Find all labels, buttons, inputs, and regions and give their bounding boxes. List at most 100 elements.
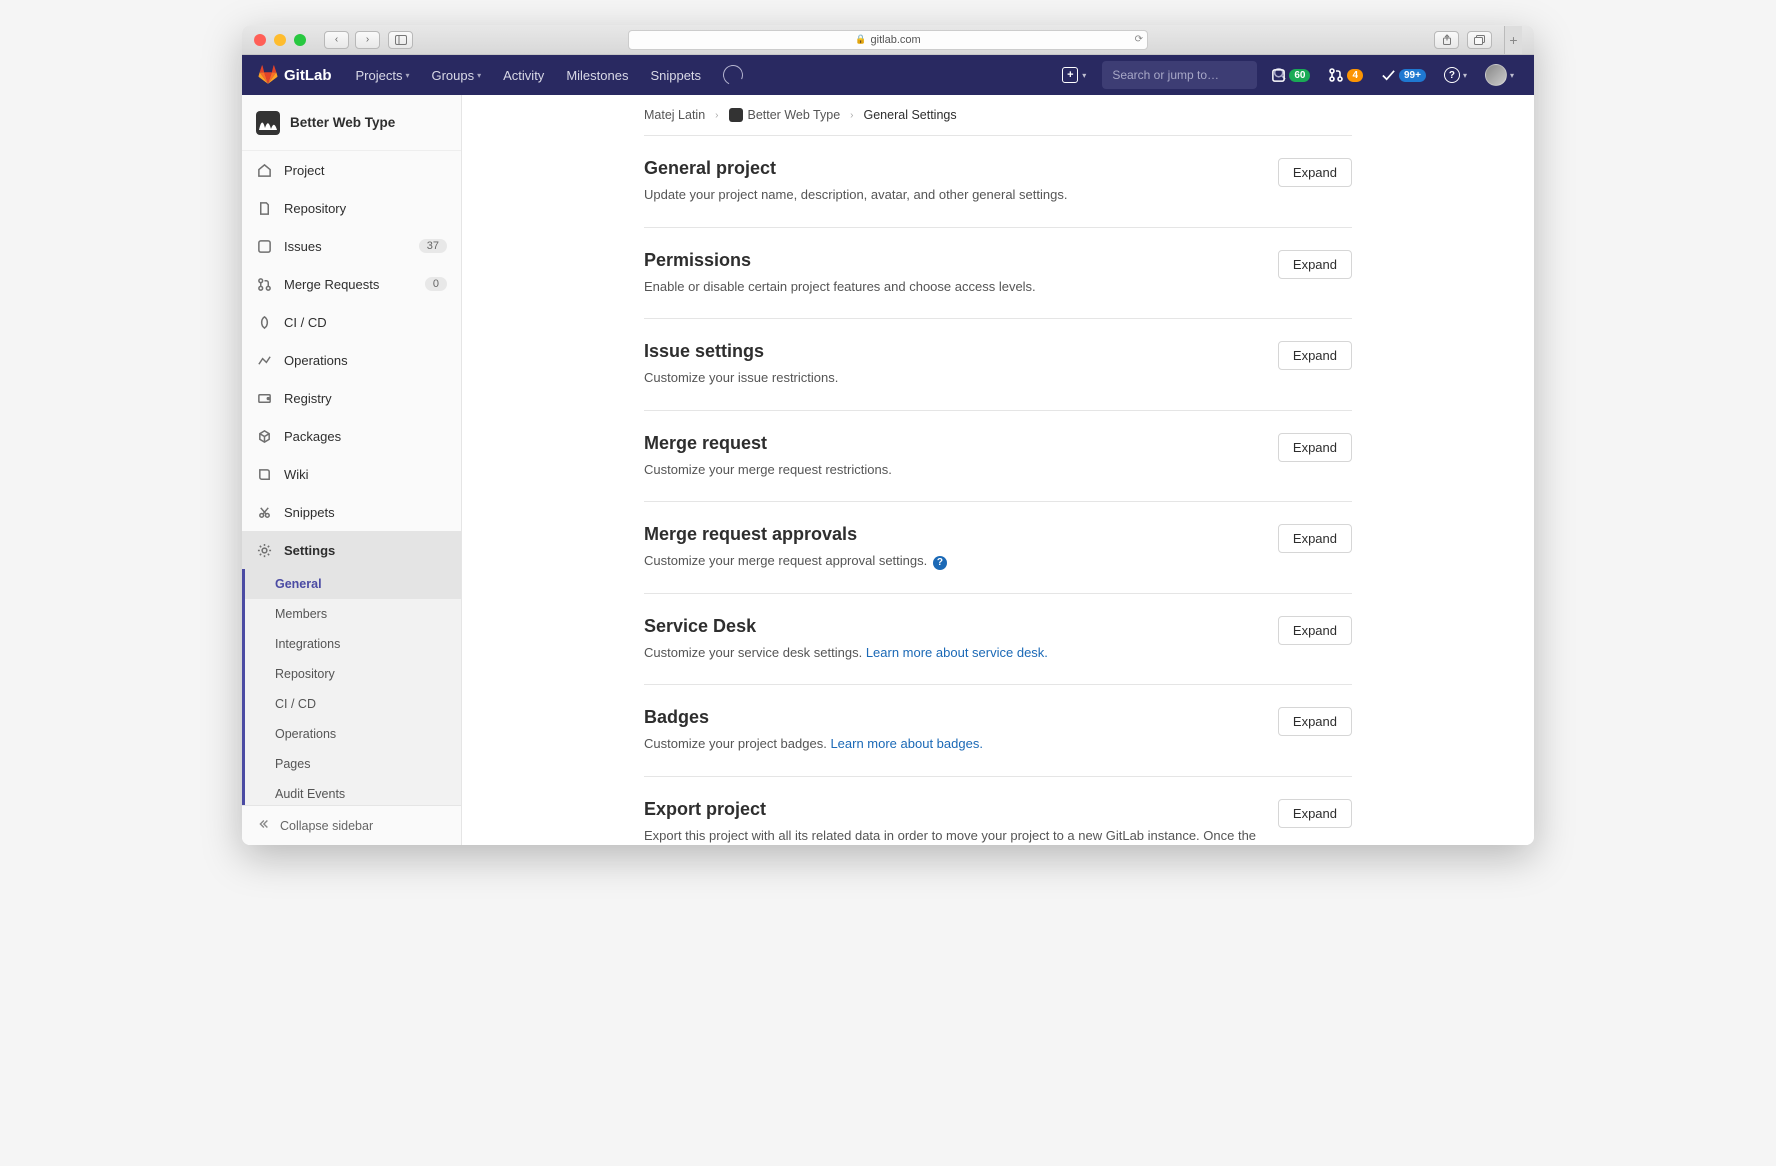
help-icon[interactable]: ? bbox=[933, 556, 947, 570]
gitlab-logo[interactable]: GitLab bbox=[258, 65, 332, 85]
expand-issue-settings-button[interactable]: Expand bbox=[1278, 341, 1352, 370]
minimize-window-button[interactable] bbox=[274, 34, 286, 46]
issues-icon bbox=[1271, 68, 1286, 83]
back-button[interactable]: ‹ bbox=[324, 31, 349, 49]
expand-mr-approvals-button[interactable]: Expand bbox=[1278, 524, 1352, 553]
expand-badges-button[interactable]: Expand bbox=[1278, 707, 1352, 736]
chevron-down-icon: ▾ bbox=[477, 71, 481, 80]
sidebar-item-wiki[interactable]: Wiki bbox=[242, 455, 461, 493]
merge-request-icon bbox=[256, 276, 272, 292]
settings-sub-operations[interactable]: Operations bbox=[245, 719, 461, 749]
help-dropdown[interactable]: ?▾ bbox=[1440, 67, 1471, 83]
expand-general-button[interactable]: Expand bbox=[1278, 158, 1352, 187]
sidebar-item-project[interactable]: Project bbox=[242, 151, 461, 189]
project-avatar-small bbox=[729, 108, 743, 122]
close-window-button[interactable] bbox=[254, 34, 266, 46]
search-input[interactable] bbox=[1112, 68, 1267, 82]
sidebar-toggle-button[interactable] bbox=[388, 31, 413, 49]
header-issues-link[interactable]: 60 bbox=[1267, 68, 1314, 83]
browser-window: ‹ › 🔒 gitlab.com ⟳ + GitLab bbox=[242, 25, 1534, 845]
sidebar-item-issues[interactable]: Issues37 bbox=[242, 227, 461, 265]
rocket-icon bbox=[256, 314, 272, 330]
share-button[interactable] bbox=[1434, 31, 1459, 49]
gear-icon bbox=[256, 542, 272, 558]
section-desc: Enable or disable certain project featur… bbox=[644, 277, 1036, 297]
sidebar-item-merge-requests[interactable]: Merge Requests0 bbox=[242, 265, 461, 303]
section-title: Permissions bbox=[644, 250, 1036, 271]
settings-sub-audit-events[interactable]: Audit Events bbox=[245, 779, 461, 805]
expand-service-desk-button[interactable]: Expand bbox=[1278, 616, 1352, 645]
url-host: gitlab.com bbox=[871, 34, 921, 46]
sidebar-item-cicd[interactable]: CI / CD bbox=[242, 303, 461, 341]
issues-count: 37 bbox=[419, 239, 447, 253]
tanuki-icon bbox=[258, 65, 278, 85]
collapse-icon bbox=[256, 817, 270, 834]
titlebar: ‹ › 🔒 gitlab.com ⟳ + bbox=[242, 25, 1534, 55]
section-desc: Customize your merge request approval se… bbox=[644, 551, 947, 571]
service-desk-learn-more-link[interactable]: Learn more about service desk. bbox=[866, 645, 1048, 660]
address-bar[interactable]: 🔒 gitlab.com ⟳ bbox=[628, 30, 1148, 50]
sidebar-item-snippets[interactable]: Snippets bbox=[242, 493, 461, 531]
section-title: Merge request bbox=[644, 433, 892, 454]
sidebar-item-registry[interactable]: Registry bbox=[242, 379, 461, 417]
sidebar-item-packages[interactable]: Packages bbox=[242, 417, 461, 455]
expand-merge-request-button[interactable]: Expand bbox=[1278, 433, 1352, 462]
section-merge-request: Merge requestCustomize your merge reques… bbox=[644, 410, 1352, 502]
settings-sub-repository[interactable]: Repository bbox=[245, 659, 461, 689]
nav-projects[interactable]: Projects▾ bbox=[350, 68, 416, 83]
section-badges: BadgesCustomize your project badges. Lea… bbox=[644, 684, 1352, 776]
new-tab-button[interactable]: + bbox=[1504, 26, 1522, 54]
settings-sub-cicd[interactable]: CI / CD bbox=[245, 689, 461, 719]
expand-export-button[interactable]: Expand bbox=[1278, 799, 1352, 828]
settings-sub-integrations[interactable]: Integrations bbox=[245, 629, 461, 659]
book-icon bbox=[256, 466, 272, 482]
main-content: Matej Latin › Better Web Type › General … bbox=[462, 95, 1534, 845]
badges-learn-more-link[interactable]: Learn more about badges. bbox=[830, 736, 983, 751]
mr-count-badge: 4 bbox=[1347, 69, 1363, 82]
settings-sub-members[interactable]: Members bbox=[245, 599, 461, 629]
user-avatar bbox=[1485, 64, 1507, 86]
section-title: General project bbox=[644, 158, 1067, 179]
maximize-window-button[interactable] bbox=[294, 34, 306, 46]
chevron-down-icon: ▾ bbox=[1463, 71, 1467, 80]
section-service-desk: Service DeskCustomize your service desk … bbox=[644, 593, 1352, 685]
search-box[interactable] bbox=[1102, 61, 1257, 89]
section-desc: Customize your project badges. Learn mor… bbox=[644, 734, 983, 754]
collapse-sidebar-button[interactable]: Collapse sidebar bbox=[242, 805, 461, 845]
todos-count-badge: 99+ bbox=[1399, 69, 1426, 82]
nav-milestones[interactable]: Milestones bbox=[560, 68, 634, 83]
nav-snippets[interactable]: Snippets bbox=[644, 68, 707, 83]
user-menu[interactable]: ▾ bbox=[1481, 64, 1518, 86]
nav-performance[interactable] bbox=[717, 65, 749, 85]
sidebar-item-repository[interactable]: Repository bbox=[242, 189, 461, 227]
reload-icon[interactable]: ⟳ bbox=[1135, 34, 1143, 45]
breadcrumb-user[interactable]: Matej Latin bbox=[644, 108, 705, 122]
forward-button[interactable]: › bbox=[355, 31, 380, 49]
breadcrumb-project[interactable]: Better Web Type bbox=[729, 108, 841, 122]
section-mr-approvals: Merge request approvals Customize your me… bbox=[644, 501, 1352, 593]
section-title: Merge request approvals bbox=[644, 524, 947, 545]
help-icon: ? bbox=[1444, 67, 1460, 83]
expand-permissions-button[interactable]: Expand bbox=[1278, 250, 1352, 279]
tabs-button[interactable] bbox=[1467, 31, 1492, 49]
sidebar-item-settings[interactable]: Settings bbox=[242, 531, 461, 569]
package-icon bbox=[256, 428, 272, 444]
sidebar-item-operations[interactable]: Operations bbox=[242, 341, 461, 379]
section-export-project: Export projectExport this project with a… bbox=[644, 776, 1352, 846]
chevron-right-icon: › bbox=[715, 110, 718, 121]
header-todos-link[interactable]: 99+ bbox=[1377, 68, 1430, 83]
scissors-icon bbox=[256, 504, 272, 520]
section-desc: Customize your service desk settings. Le… bbox=[644, 643, 1048, 663]
sidebar-project-header[interactable]: Better Web Type bbox=[242, 95, 461, 151]
chevron-right-icon: › bbox=[850, 110, 853, 121]
settings-sub-general[interactable]: General bbox=[245, 569, 461, 599]
home-icon bbox=[256, 162, 272, 178]
new-dropdown[interactable]: +▾ bbox=[1056, 67, 1092, 83]
nav-activity[interactable]: Activity bbox=[497, 68, 550, 83]
settings-sub-pages[interactable]: Pages bbox=[245, 749, 461, 779]
header-mr-link[interactable]: 4 bbox=[1324, 67, 1367, 83]
merge-request-icon bbox=[1328, 67, 1344, 83]
project-avatar bbox=[256, 111, 280, 135]
disk-icon bbox=[256, 390, 272, 406]
nav-groups[interactable]: Groups▾ bbox=[425, 68, 487, 83]
